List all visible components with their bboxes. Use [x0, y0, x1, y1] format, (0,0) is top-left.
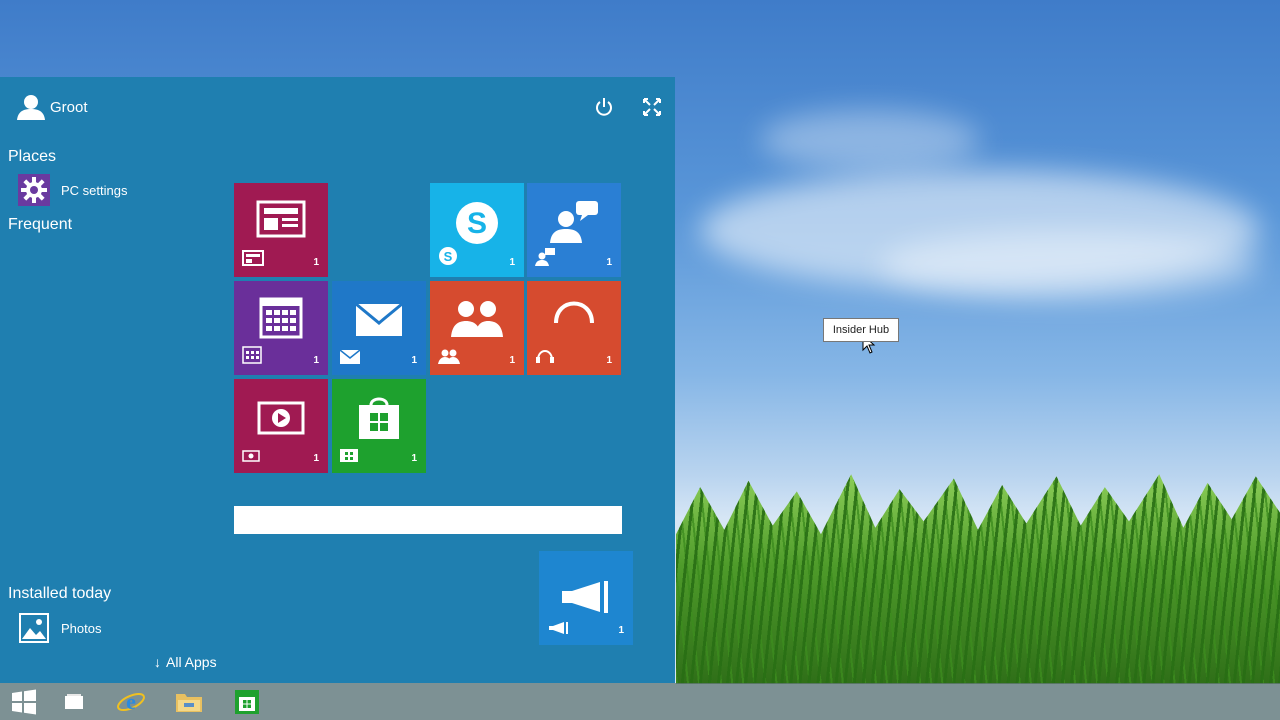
all-apps-link[interactable]: ↓ All Apps — [154, 654, 217, 670]
installed-item-label: Photos — [61, 620, 102, 636]
gear-icon — [18, 174, 50, 206]
calendar-small-icon — [242, 346, 262, 369]
taskbar-file-explorer[interactable] — [169, 683, 209, 720]
video-icon — [234, 401, 328, 435]
expand-icon — [643, 98, 661, 116]
tile-calendar[interactable]: 1 — [234, 281, 328, 375]
file-explorer-icon — [176, 693, 202, 712]
skype-icon: S — [430, 199, 524, 247]
megaphone-icon — [539, 579, 633, 615]
tile-group-name-bar[interactable] — [234, 506, 622, 534]
all-apps-label: All Apps — [166, 654, 217, 670]
skype-small-icon: S — [438, 246, 458, 271]
store-icon — [332, 395, 426, 441]
power-icon — [596, 98, 612, 116]
grass — [676, 474, 1280, 684]
internet-explorer-icon: e — [117, 689, 145, 714]
headphones-small-icon — [535, 346, 555, 369]
tile-count: 1 — [509, 257, 515, 268]
tile-insider-hub[interactable]: 1 — [539, 551, 633, 645]
mail-small-icon — [339, 349, 361, 369]
installed-today-heading: Installed today — [8, 585, 112, 602]
tile-skype[interactable]: S S 1 — [430, 183, 524, 277]
svg-text:S: S — [444, 249, 453, 264]
start-button[interactable] — [4, 683, 44, 720]
task-view-icon — [65, 693, 83, 709]
calendar-icon — [234, 297, 328, 339]
photos-icon — [18, 612, 50, 644]
frequent-heading: Frequent — [8, 216, 73, 233]
expand-button[interactable] — [640, 95, 664, 119]
tile-count: 1 — [411, 453, 417, 464]
svg-text:e: e — [126, 689, 136, 714]
store-small-icon — [340, 444, 358, 467]
megaphone-small-icon — [549, 621, 569, 639]
user-account[interactable]: Groot — [16, 94, 88, 120]
tile-music[interactable]: Insider Hub 1 — [527, 281, 899, 375]
store-icon — [235, 689, 259, 714]
tile-news[interactable]: 1 — [234, 183, 328, 277]
tile-people[interactable]: 1 — [430, 281, 524, 375]
tile-video[interactable]: 1 — [234, 379, 328, 473]
windows-start-icon — [12, 689, 36, 714]
newspaper-icon — [234, 199, 328, 239]
cloud — [880, 230, 1260, 300]
tile-store[interactable]: 1 — [332, 379, 426, 473]
taskbar-internet-explorer[interactable]: e — [111, 683, 151, 720]
video-small-icon — [242, 449, 260, 467]
user-icon — [17, 95, 45, 120]
installed-item-photos[interactable]: Photos — [18, 612, 101, 644]
taskbar: e — [0, 683, 1280, 720]
tile-count: 1 — [411, 355, 417, 366]
task-view-button[interactable] — [54, 683, 94, 720]
chat-person-small-icon — [535, 248, 555, 271]
tile-count: 1 — [313, 355, 319, 366]
place-item-label: PC settings — [61, 182, 128, 198]
svg-text:S: S — [467, 207, 487, 240]
tile-support[interactable]: 1 — [527, 183, 621, 277]
places-heading: Places — [8, 148, 57, 165]
chat-person-icon — [527, 199, 621, 245]
headphones-icon — [527, 293, 621, 333]
tile-count: 1 — [509, 355, 515, 366]
tile-count: 1 — [606, 355, 612, 366]
tile-count: 1 — [606, 257, 612, 268]
newspaper-small-icon — [242, 250, 264, 271]
tile-count: 1 — [313, 453, 319, 464]
tooltip-insider-hub: Insider Hub — [823, 318, 899, 342]
tile-count: 1 — [618, 625, 624, 636]
arrow-down-icon: ↓ — [154, 654, 161, 670]
user-name: Groot — [50, 98, 88, 116]
tile-count: 1 — [313, 257, 319, 268]
tile-mail[interactable]: 1 — [332, 281, 426, 375]
start-menu: Groot Places PC settings Frequent Instal… — [0, 77, 899, 683]
cloud — [760, 110, 980, 170]
power-button[interactable] — [592, 95, 616, 119]
mail-icon — [332, 303, 426, 337]
people-small-icon — [438, 348, 460, 369]
place-item-pc-settings[interactable]: PC settings — [18, 174, 127, 206]
people-icon — [430, 297, 524, 339]
taskbar-store[interactable] — [227, 683, 267, 720]
